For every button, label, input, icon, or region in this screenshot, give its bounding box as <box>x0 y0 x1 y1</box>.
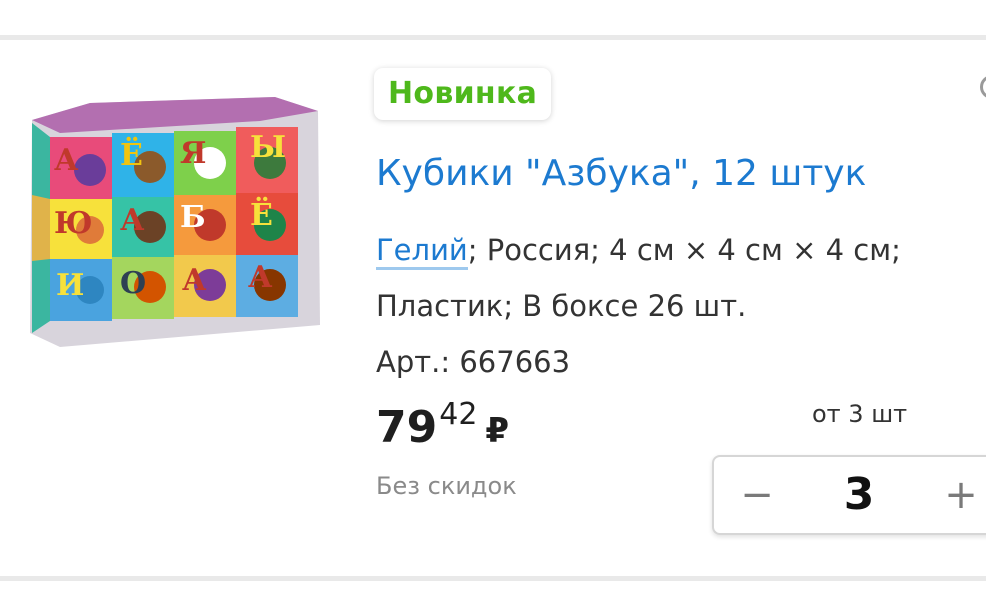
product-specs: Гелий; Россия; 4 см × 4 см × 4 см; Пласт… <box>376 222 966 334</box>
cube-letter: А <box>248 260 273 295</box>
brand-link[interactable]: Гелий <box>376 233 468 270</box>
price: 7942 ₽ <box>376 397 510 453</box>
cube-letter: Ю <box>54 206 93 241</box>
cube-letter: Б <box>180 200 206 235</box>
increment-button[interactable]: + <box>936 465 986 525</box>
product-title-link[interactable]: Кубики "Азбука", 12 штук <box>376 148 866 200</box>
quantity-input[interactable]: 3 <box>824 465 894 525</box>
article-number: Арт.: 667663 <box>376 345 571 379</box>
currency-icon: ₽ <box>485 411 510 451</box>
cube-letter: Ы <box>250 130 286 165</box>
cube-letter: Ё <box>120 136 143 173</box>
decrement-button[interactable]: − <box>732 465 782 525</box>
cube-letter: А <box>120 203 145 238</box>
price-integer: 79 <box>376 402 438 453</box>
cube-letter: А <box>54 143 79 178</box>
top-divider <box>0 35 986 40</box>
cube-letter: А <box>182 263 207 298</box>
min-quantity-label: от 3 шт <box>812 400 908 428</box>
new-badge: Новинка <box>374 68 552 120</box>
price-kopecks: 42 <box>439 397 478 432</box>
cubes-box-illustration: А Ё Я Ы Ю А Б Ё И О А А <box>30 97 320 347</box>
cube-letter: И <box>56 268 84 303</box>
product-image[interactable]: А Ё Я Ы Ю А Б Ё И О А А <box>20 75 335 365</box>
product-card-page: А Ё Я Ы Ю А Б Ё И О А А Новинка Кубики "… <box>0 0 986 600</box>
bottom-divider <box>0 576 986 581</box>
quantity-stepper: − 3 + <box>712 455 986 535</box>
info-icon[interactable] <box>980 75 986 99</box>
cube-letter: О <box>120 266 146 301</box>
cube-letter: Ё <box>250 196 273 233</box>
discount-note: Без скидок <box>376 472 517 500</box>
cube-letter: Я <box>180 136 206 171</box>
